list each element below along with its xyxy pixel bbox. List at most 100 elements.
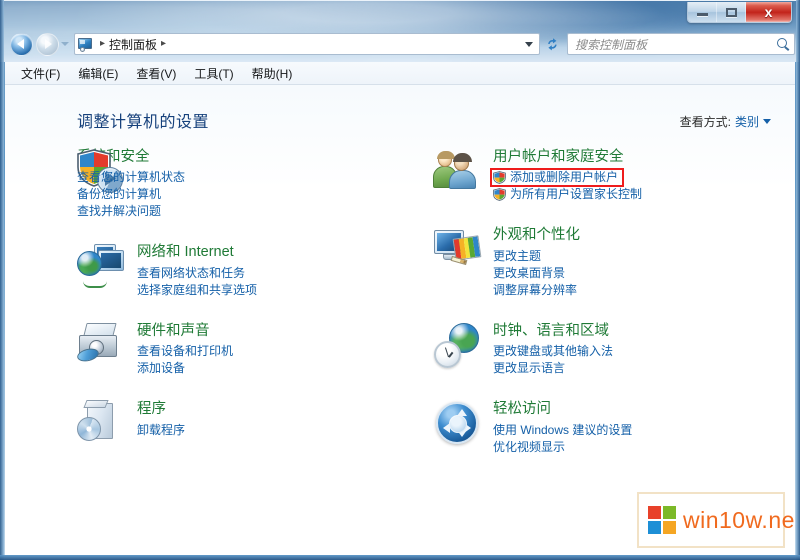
refresh-icon	[547, 37, 557, 50]
category-title[interactable]: 硬件和声音	[137, 323, 233, 340]
category-appearance-and-personalization[interactable]: 外观和个性化 更改主题 更改桌面背景 调整屏幕分辨率	[433, 225, 743, 298]
link-label: 添加设备	[137, 361, 186, 376]
address-dropdown-button[interactable]	[521, 34, 537, 54]
control-panel-window: x ▸ 控制面板 ▸ 搜索控制面板 文件(F) 编辑(E) 查看(V) 工具(T…	[0, 0, 800, 560]
page-header: 调整计算机的设置 查看方式: 类别	[77, 108, 771, 132]
category-link[interactable]: 备份您的计算机	[77, 186, 161, 203]
category-user-accounts-and-family-safety[interactable]: 用户帐户和家庭安全 添加或删除用户帐户 为所有用户设置家长控制	[433, 147, 743, 203]
view-by-value[interactable]: 类别	[735, 113, 759, 130]
category-title[interactable]: 时钟、语言和区域	[493, 323, 613, 340]
link-label: 选择家庭组和共享选项	[137, 282, 258, 297]
control-panel-icon	[78, 37, 94, 52]
link-label: 使用 Windows 建议的设置	[493, 422, 633, 437]
breadcrumb-address-bar[interactable]: ▸ 控制面板 ▸	[74, 33, 540, 55]
uac-shield-icon	[493, 171, 506, 185]
category-ease-of-access[interactable]: 轻松访问 使用 Windows 建议的设置 优化视频显示	[433, 399, 743, 455]
category-link[interactable]: 查找并解决问题	[77, 203, 161, 220]
category-link[interactable]: 选择家庭组和共享选项	[137, 282, 257, 299]
clock-globe-icon	[433, 321, 481, 369]
link-label: 更改主题	[493, 248, 542, 263]
right-category-column: 用户帐户和家庭安全 添加或删除用户帐户 为所有用户设置家长控制 外观和个性化 更…	[433, 147, 743, 478]
category-link[interactable]: 查看您的计算机状态	[77, 169, 185, 186]
category-title[interactable]: 轻松访问	[493, 401, 632, 418]
recent-pages-button[interactable]	[59, 42, 71, 46]
category-link[interactable]: 更改主题	[493, 248, 541, 265]
category-link[interactable]: 更改桌面背景	[493, 265, 565, 282]
window-border-bottom	[0, 555, 800, 560]
view-by-selector[interactable]: 查看方式: 类别	[680, 113, 771, 132]
menu-item-view[interactable]: 查看(V)	[136, 63, 186, 84]
menu-item-file[interactable]: 文件(F)	[21, 63, 70, 84]
link-label: 查看您的计算机状态	[77, 170, 186, 185]
category-link[interactable]: 优化视频显示	[493, 439, 565, 456]
link-label: 卸载程序	[137, 422, 186, 437]
link-label: 调整屏幕分辨率	[493, 282, 578, 297]
category-network-and-internet[interactable]: 网络和 Internet 查看网络状态和任务 选择家庭组和共享选项	[77, 242, 387, 298]
category-title[interactable]: 程序	[137, 401, 185, 418]
menu-item-edit[interactable]: 编辑(E)	[78, 63, 128, 84]
minimize-button[interactable]	[688, 2, 717, 22]
watermark-text: win10w.net	[683, 506, 795, 533]
category-link[interactable]: 使用 Windows 建议的设置	[493, 422, 632, 439]
category-link[interactable]: 查看网络状态和任务	[137, 265, 245, 282]
search-box[interactable]: 搜索控制面板	[567, 33, 795, 55]
category-title[interactable]: 用户帐户和家庭安全	[493, 149, 642, 166]
category-link[interactable]: 查看设备和打印机	[137, 343, 233, 360]
category-link[interactable]: 卸载程序	[137, 422, 185, 439]
link-label: 查看网络状态和任务	[137, 265, 246, 280]
menu-item-help[interactable]: 帮助(H)	[252, 63, 303, 84]
window-border-right	[796, 0, 800, 560]
chevron-down-icon	[525, 41, 533, 47]
breadcrumb-item-control-panel[interactable]: 控制面板	[109, 36, 157, 53]
appearance-monitor-icon	[433, 225, 482, 273]
maximize-icon	[725, 7, 737, 17]
close-icon: x	[764, 4, 773, 20]
category-link-add-or-remove-user-accounts[interactable]: 添加或删除用户帐户	[489, 168, 625, 188]
minimize-icon	[696, 13, 708, 16]
link-label: 更改桌面背景	[493, 265, 566, 280]
window-border-left	[0, 0, 4, 560]
category-columns: 系统和安全 查看您的计算机状态 备份您的计算机 查找并解决问题 网络和 Inte…	[75, 147, 771, 478]
menu-bar: 文件(F) 编辑(E) 查看(V) 工具(T) 帮助(H)	[5, 62, 795, 85]
content-area: 调整计算机的设置 查看方式: 类别 系统和安全 查看您的计算机状态 备份您的计算…	[5, 85, 795, 555]
forward-arrow-icon	[45, 39, 52, 49]
category-clock-language-and-region[interactable]: 时钟、语言和区域 更改键盘或其他输入法 更改显示语言	[433, 321, 743, 377]
address-toolbar: ▸ 控制面板 ▸ 搜索控制面板	[4, 31, 795, 57]
link-label: 查找并解决问题	[77, 204, 162, 219]
category-link[interactable]: 更改键盘或其他输入法	[493, 343, 613, 360]
link-label: 备份您的计算机	[77, 187, 162, 202]
category-link-set-up-parental-controls[interactable]: 为所有用户设置家长控制	[493, 186, 642, 203]
link-label: 优化视频显示	[493, 439, 566, 454]
category-hardware-and-sound[interactable]: 硬件和声音 查看设备和打印机 添加设备	[75, 321, 387, 377]
back-arrow-icon	[17, 39, 24, 49]
category-programs[interactable]: 程序 卸载程序	[77, 399, 387, 447]
back-button[interactable]	[10, 32, 33, 56]
category-link[interactable]: 调整屏幕分辨率	[493, 282, 577, 299]
category-system-and-security[interactable]: 系统和安全 查看您的计算机状态 备份您的计算机 查找并解决问题	[77, 147, 387, 220]
breadcrumb-separator-icon-2[interactable]: ▸	[157, 39, 170, 49]
search-icon	[776, 37, 791, 52]
refresh-button[interactable]	[541, 33, 563, 55]
forward-button[interactable]	[36, 32, 59, 56]
close-button[interactable]: x	[746, 2, 791, 22]
watermark: win10w.net	[637, 492, 795, 548]
view-by-label: 查看方式:	[679, 115, 731, 129]
chevron-down-icon[interactable]	[763, 119, 771, 124]
chevron-down-icon	[61, 42, 69, 46]
category-link[interactable]: 添加设备	[137, 360, 185, 377]
windows-logo-icon	[648, 506, 676, 534]
link-label: 添加或删除用户帐户	[510, 170, 619, 185]
window-caption-buttons: x	[687, 2, 792, 23]
link-label: 更改显示语言	[493, 361, 566, 376]
maximize-button[interactable]	[717, 2, 746, 22]
link-label: 查看设备和打印机	[137, 344, 234, 359]
category-title[interactable]: 网络和 Internet	[137, 244, 257, 261]
link-label: 为所有用户设置家长控制	[510, 187, 643, 202]
search-input[interactable]: 搜索控制面板	[575, 36, 776, 53]
menu-item-tools[interactable]: 工具(T)	[194, 63, 243, 84]
program-box-icon	[77, 399, 125, 447]
printer-icon	[75, 321, 125, 369]
network-globe-icon	[77, 242, 125, 290]
category-link[interactable]: 更改显示语言	[493, 360, 565, 377]
category-title[interactable]: 外观和个性化	[493, 227, 580, 244]
